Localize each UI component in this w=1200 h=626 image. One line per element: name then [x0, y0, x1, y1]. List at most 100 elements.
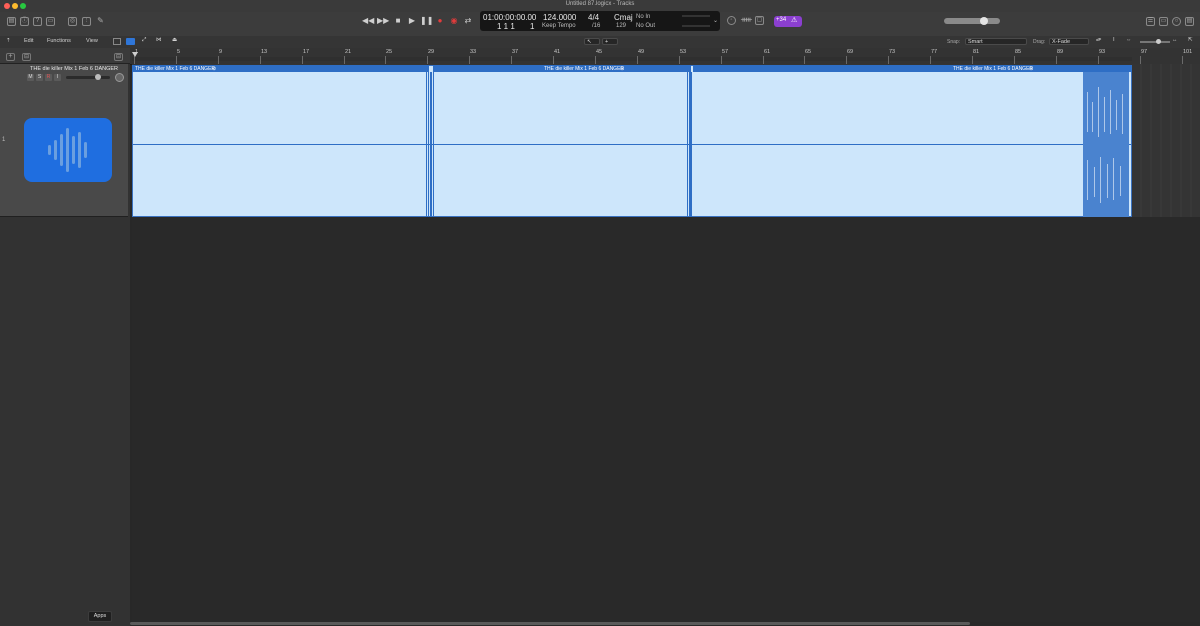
global-tracks-icon[interactable]: ⊟ [114, 53, 123, 61]
fit-icon[interactable]: ↔ [1172, 37, 1178, 43]
track-name[interactable]: THE die killer Mix 1 Feb 6 DANGER [24, 66, 124, 72]
cycle-button[interactable]: ⇄ [462, 15, 474, 27]
badge-count: +34 [776, 17, 787, 23]
toolbar-icon[interactable]: ▭ [46, 17, 55, 26]
pause-button[interactable]: ❚❚ [420, 15, 433, 27]
ruler-bar-label: 81 [973, 49, 980, 55]
rewind-button[interactable]: ◀◀ [362, 15, 374, 27]
view-menu[interactable]: View [86, 38, 98, 44]
lane-grid [1140, 64, 1192, 217]
ruler-tick [511, 56, 512, 64]
zoom-slider[interactable] [1140, 41, 1170, 43]
ruler-tick [972, 56, 973, 64]
warning-icon: ⚠ [791, 17, 798, 24]
zoom-knob[interactable] [1156, 39, 1161, 44]
catch-icon[interactable] [126, 38, 135, 45]
ruler-tick [302, 56, 303, 64]
ruler-tick [930, 56, 931, 64]
note-pad-icon[interactable]: ▭ [1159, 17, 1168, 26]
ruler-tick [218, 56, 219, 64]
waveform-zoom-icon[interactable]: ⟚ [1096, 37, 1101, 44]
bar-position-display: 1 1 1 [497, 22, 515, 31]
input-display: No In [636, 14, 651, 20]
ruler-tick [1140, 56, 1141, 64]
smart-controls-icon[interactable]: ◎ [68, 17, 77, 26]
edit-menu[interactable]: Edit [24, 38, 33, 44]
fast-forward-button[interactable]: ▶▶ [377, 15, 389, 27]
gain-icon[interactable]: ⏏ [172, 37, 177, 43]
ruler-tick [804, 56, 805, 64]
ruler-bar-label: 65 [805, 49, 812, 55]
ruler-bar-label: 89 [1057, 49, 1064, 55]
solo-button[interactable]: S [36, 74, 43, 81]
list-editors-icon[interactable]: ◦ [727, 16, 736, 25]
editors-icon[interactable]: ✎ [96, 17, 105, 26]
alternate-tool-menu[interactable]: + [602, 38, 618, 45]
ruler-bar-label: 69 [847, 49, 854, 55]
track-list-icon[interactable]: ⊟ [22, 53, 31, 61]
division-display: /16 [592, 23, 601, 29]
inspector-icon[interactable]: ⓘ [20, 17, 29, 26]
ruler-bar-label: 45 [596, 49, 603, 55]
ruler-tick [469, 56, 470, 64]
cycle-area[interactable] [132, 57, 1132, 61]
quick-help-icon[interactable]: ? [33, 17, 42, 26]
tempo-display: 124.0000 [543, 13, 577, 22]
tuner-icon[interactable]: ᚔ [741, 16, 752, 25]
flex-icon[interactable]: ⋈ [156, 37, 162, 43]
input-meter [682, 15, 710, 17]
record-enable-button[interactable]: R [45, 74, 52, 81]
master-volume-slider[interactable] [944, 18, 1000, 24]
ruler-bar-label: 57 [722, 49, 729, 55]
ruler-tick [595, 56, 596, 64]
empty-track-area[interactable] [132, 217, 1200, 622]
add-track-icon[interactable]: + [6, 53, 15, 61]
back-arrow-icon[interactable]: ⇡ [6, 38, 11, 44]
loop-browser-icon[interactable]: ○ [1172, 17, 1181, 26]
waveform-icon [48, 128, 87, 172]
vertical-zoom-icon[interactable]: Ⅰ [1113, 37, 1115, 43]
mute-button[interactable]: M [27, 74, 34, 81]
browser-icon[interactable]: ▤ [1185, 17, 1194, 26]
audio-track-icon[interactable] [24, 118, 112, 182]
expand-icon[interactable]: ⇱ [1188, 37, 1193, 43]
track-pan-knob[interactable] [115, 73, 124, 82]
stop-button[interactable]: ■ [392, 15, 404, 27]
record-button[interactable]: ● [434, 15, 446, 27]
list-view-icon[interactable]: ☰ [1146, 17, 1155, 26]
automation-icon[interactable]: ⤢ [142, 37, 146, 44]
ruler-tick [1014, 56, 1015, 64]
waveform-transients [426, 72, 1129, 217]
key-value-display: 129 [616, 23, 627, 29]
ruler-tick [721, 56, 722, 64]
drag-select[interactable]: X-Fade [1049, 38, 1089, 45]
apps-tooltip: Apps [88, 611, 112, 622]
pointer-tool-menu[interactable]: ↖ [584, 38, 600, 45]
region-header-3[interactable] [693, 65, 1132, 72]
mixer-icon[interactable]: ⫶ [82, 17, 91, 26]
lcd-dropdown-icon[interactable]: ⌄ [713, 17, 718, 24]
horizontal-scrollbar[interactable] [130, 622, 970, 625]
snap-select[interactable]: Smart [965, 38, 1027, 45]
input-monitor-button[interactable]: I [54, 74, 61, 81]
ruler-bar-label: 85 [1015, 49, 1022, 55]
play-button[interactable]: ▶ [406, 15, 418, 27]
master-volume-knob[interactable] [980, 17, 988, 25]
ruler-bar-label: 37 [512, 49, 519, 55]
timecode-display: 01:00:00:00.00 [483, 13, 537, 22]
ruler-tick [1098, 56, 1099, 64]
flex-view-icon[interactable] [113, 38, 121, 45]
ruler-bar-label: 49 [638, 49, 645, 55]
track-volume-knob[interactable] [95, 74, 101, 80]
ruler-bar-label: 93 [1099, 49, 1106, 55]
notes-icon[interactable]: ▢ [755, 16, 764, 25]
ruler-tick [679, 56, 680, 64]
functions-menu[interactable]: Functions [47, 38, 71, 44]
library-icon[interactable]: ▤ [7, 17, 16, 26]
ruler-bar-label: 17 [303, 49, 310, 55]
playhead[interactable] [132, 52, 138, 57]
track-volume-slider[interactable] [66, 76, 110, 79]
horizontal-zoom-icon[interactable]: ⇔ [1126, 37, 1132, 43]
capture-recording-button[interactable]: ◉ [448, 15, 460, 27]
snap-label: Snap: [947, 39, 961, 45]
